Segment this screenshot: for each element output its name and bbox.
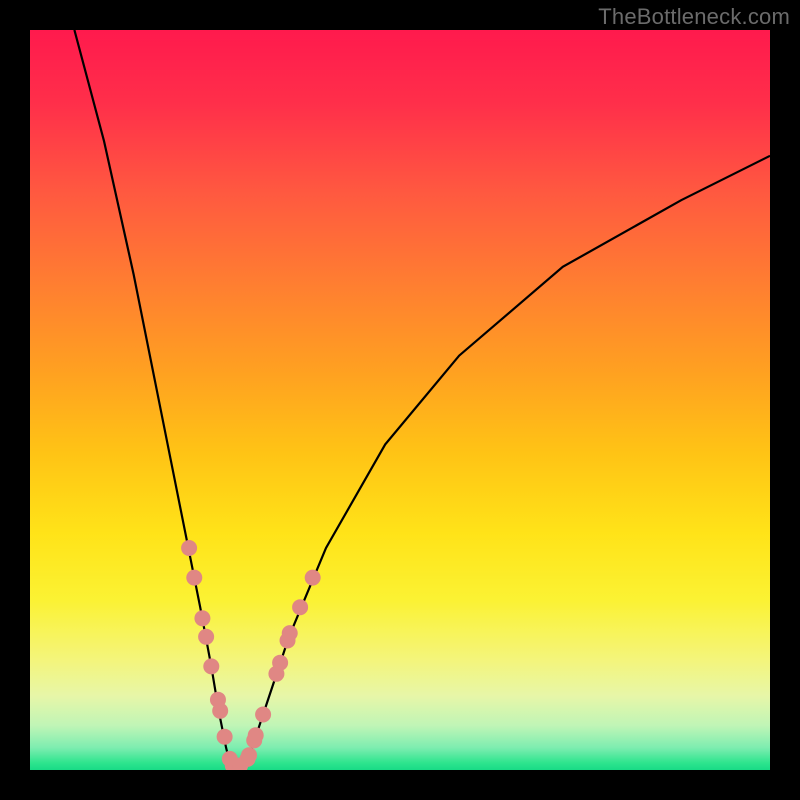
plot-area	[30, 30, 770, 770]
curve-svg	[30, 30, 770, 770]
marker-dot	[305, 570, 321, 586]
marker-dot	[181, 540, 197, 556]
marker-dot	[212, 703, 228, 719]
marker-dot	[292, 599, 308, 615]
marker-dots	[181, 540, 321, 770]
marker-dot	[255, 707, 271, 723]
marker-dot	[203, 658, 219, 674]
bottleneck-curve	[74, 30, 770, 766]
marker-dot	[194, 610, 210, 626]
marker-dot	[217, 729, 233, 745]
marker-dot	[198, 629, 214, 645]
chart-frame: TheBottleneck.com	[0, 0, 800, 800]
marker-dot	[186, 570, 202, 586]
marker-dot	[282, 625, 298, 641]
watermark-text: TheBottleneck.com	[598, 4, 790, 30]
marker-dot	[241, 747, 257, 763]
marker-dot	[248, 727, 264, 743]
marker-dot	[272, 655, 288, 671]
